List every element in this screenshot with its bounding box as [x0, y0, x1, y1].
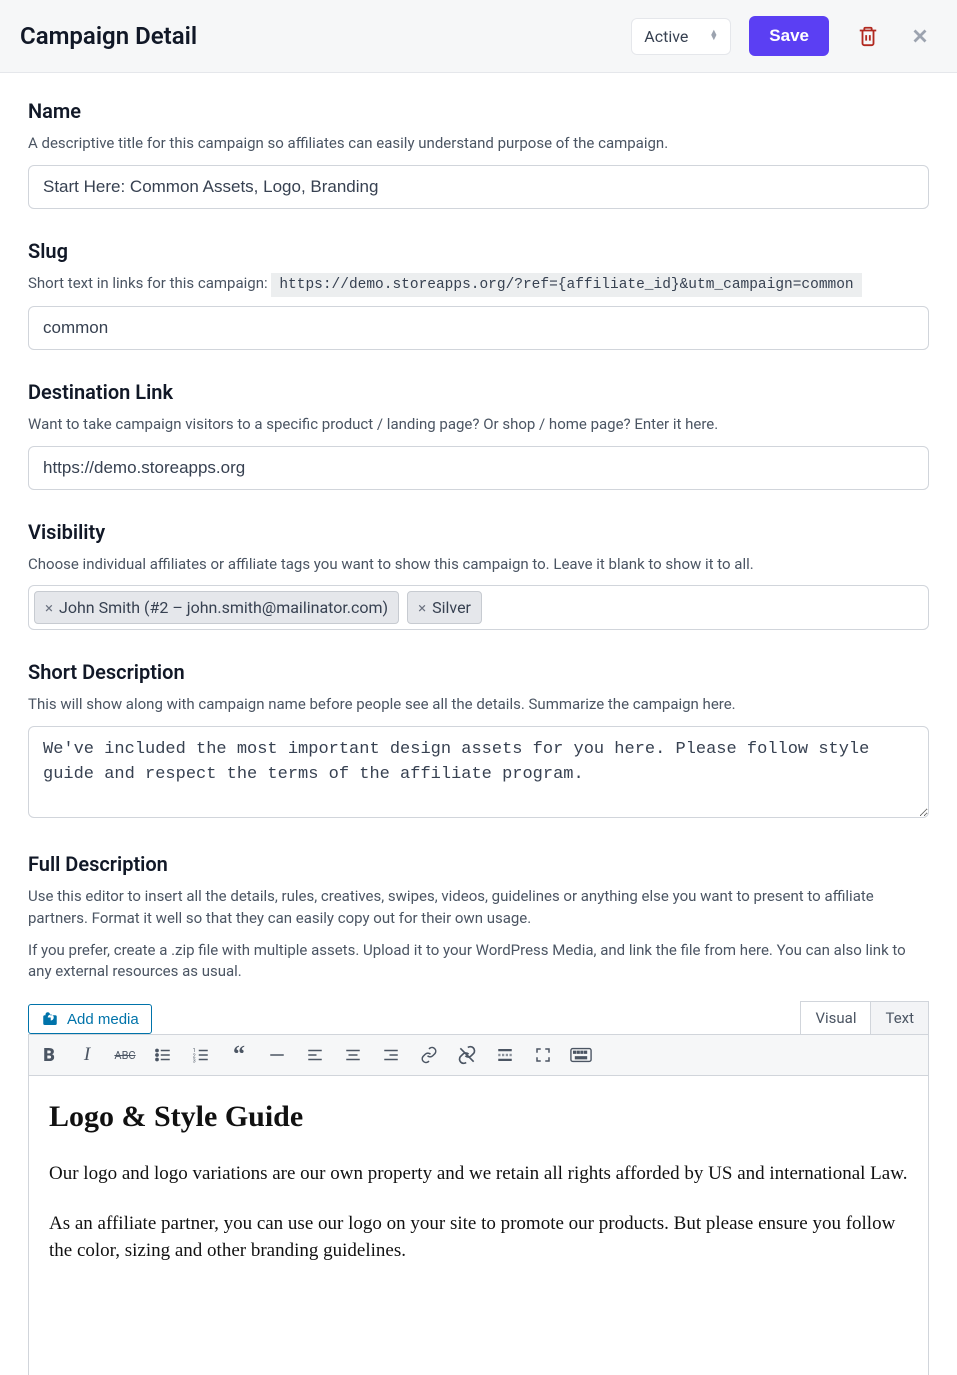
close-button[interactable] [903, 19, 937, 53]
remove-tag-icon[interactable]: × [418, 599, 426, 617]
tab-text[interactable]: Text [871, 1001, 929, 1034]
editor-tabs-row: Add media Visual Text [28, 1001, 929, 1034]
short-description-input[interactable]: We've included the most important design… [28, 726, 929, 818]
full-description-help1: Use this editor to insert all the detail… [28, 886, 929, 930]
align-right-button[interactable] [379, 1043, 403, 1067]
link-icon [420, 1046, 438, 1064]
name-help: A descriptive title for this campaign so… [28, 133, 929, 155]
align-left-button[interactable] [303, 1043, 327, 1067]
visibility-tag-label: Silver [432, 598, 471, 617]
editor-content[interactable]: Logo & Style Guide Our logo and logo var… [28, 1076, 929, 1375]
media-icon [41, 1010, 59, 1028]
name-label: Name [28, 99, 929, 123]
italic-button[interactable]: I [75, 1043, 99, 1067]
destination-help: Want to take campaign visitors to a spec… [28, 414, 929, 436]
full-description-section: Full Description Use this editor to inse… [28, 852, 929, 983]
short-description-help: This will show along with campaign name … [28, 694, 929, 716]
bullet-list-icon [154, 1046, 172, 1064]
visibility-tag: × Silver [407, 591, 482, 624]
delete-button[interactable] [851, 19, 885, 53]
visibility-section: Visibility Choose individual affiliates … [28, 520, 929, 631]
align-left-icon [306, 1046, 324, 1064]
destination-input[interactable] [28, 446, 929, 490]
hr-icon [268, 1046, 286, 1064]
bold-button[interactable]: B [37, 1043, 61, 1067]
slug-section: Slug Short text in links for this campai… [28, 239, 929, 350]
fullscreen-button[interactable] [531, 1043, 555, 1067]
editor-toolbar: B I ABC 123 “ [28, 1034, 929, 1076]
slug-example-url: https://demo.storeapps.org/?ref={affilia… [271, 273, 861, 297]
bullet-list-button[interactable] [151, 1043, 175, 1067]
visibility-tag-label: John Smith (#2 – john.smith@mailinator.c… [59, 598, 388, 617]
full-description-label: Full Description [28, 852, 929, 876]
read-more-button[interactable] [493, 1043, 517, 1067]
name-section: Name A descriptive title for this campai… [28, 99, 929, 209]
trash-icon [857, 25, 879, 47]
visibility-input[interactable]: × John Smith (#2 – john.smith@mailinator… [28, 585, 929, 630]
align-center-button[interactable] [341, 1043, 365, 1067]
tab-visual[interactable]: Visual [800, 1001, 871, 1034]
add-media-button[interactable]: Add media [28, 1004, 152, 1034]
remove-tag-icon[interactable]: × [45, 599, 53, 617]
header: Campaign Detail Active ▲▼ Save [0, 0, 957, 73]
keyboard-icon [570, 1046, 592, 1064]
fullscreen-icon [534, 1046, 552, 1064]
numbered-list-button[interactable]: 123 [189, 1043, 213, 1067]
unlink-button[interactable] [455, 1043, 479, 1067]
close-icon [909, 25, 931, 47]
horizontal-rule-button[interactable] [265, 1043, 289, 1067]
page: Campaign Detail Active ▲▼ Save Name A de… [0, 0, 957, 1375]
destination-section: Destination Link Want to take campaign v… [28, 380, 929, 490]
content-paragraph: As an affiliate partner, you can use our… [49, 1210, 908, 1265]
short-description-section: Short Description This will show along w… [28, 660, 929, 822]
strikethrough-button[interactable]: ABC [113, 1043, 137, 1067]
numbered-list-icon: 123 [192, 1046, 210, 1064]
align-center-icon [344, 1046, 362, 1064]
destination-label: Destination Link [28, 380, 929, 404]
slug-help-prefix: Short text in links for this campaign: [28, 274, 271, 292]
read-more-icon [496, 1046, 514, 1064]
chevron-updown-icon: ▲▼ [709, 31, 718, 41]
status-select[interactable]: Active ▲▼ [631, 18, 731, 55]
visibility-label: Visibility [28, 520, 929, 544]
slug-label: Slug [28, 239, 929, 263]
status-value: Active [644, 27, 688, 46]
toolbar-toggle-button[interactable] [569, 1043, 593, 1067]
svg-text:3: 3 [193, 1059, 196, 1065]
slug-input[interactable] [28, 306, 929, 350]
align-right-icon [382, 1046, 400, 1064]
visibility-tag: × John Smith (#2 – john.smith@mailinator… [34, 591, 399, 624]
add-media-label: Add media [67, 1011, 139, 1028]
editor-mode-tabs: Visual Text [800, 1001, 929, 1034]
blockquote-button[interactable]: “ [227, 1043, 251, 1067]
form-body: Name A descriptive title for this campai… [0, 73, 957, 1375]
save-button[interactable]: Save [749, 16, 829, 56]
content-paragraph: Our logo and logo variations are our own… [49, 1160, 908, 1188]
name-input[interactable] [28, 165, 929, 209]
short-description-label: Short Description [28, 660, 929, 684]
visibility-help: Choose individual affiliates or affiliat… [28, 554, 929, 576]
page-title: Campaign Detail [20, 22, 631, 50]
link-button[interactable] [417, 1043, 441, 1067]
slug-help: Short text in links for this campaign: h… [28, 273, 929, 296]
unlink-icon [457, 1045, 477, 1065]
full-description-help2: If you prefer, create a .zip file with m… [28, 940, 929, 984]
content-heading: Logo & Style Guide [49, 1100, 908, 1134]
